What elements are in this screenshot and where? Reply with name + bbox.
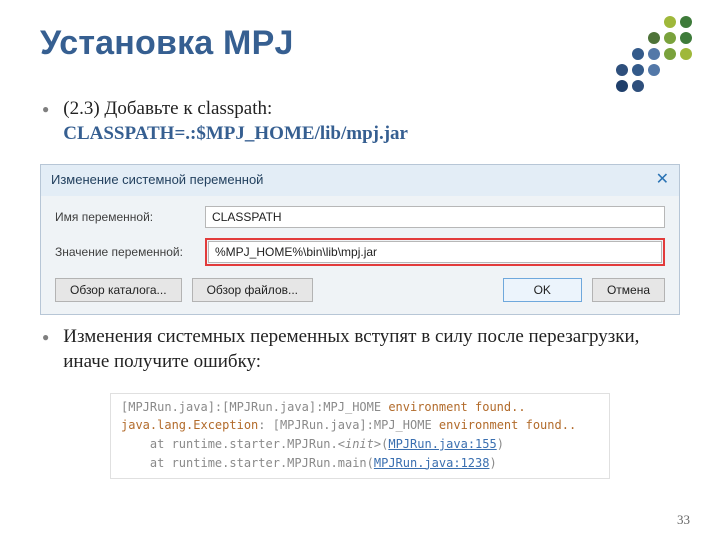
deco-dot [616, 16, 628, 28]
console-output: [MPJRun.java]:[MPJRun.java]:MPJ_HOME env… [110, 393, 610, 479]
deco-dot [680, 48, 692, 60]
deco-dot [616, 32, 628, 44]
ok-button[interactable]: OK [503, 278, 582, 302]
row-var-value: Значение переменной: [55, 238, 665, 266]
deco-dot [664, 64, 676, 76]
deco-dot [648, 64, 660, 76]
dialog-body: Имя переменной: Значение переменной: Обз… [41, 196, 679, 314]
deco-dot [664, 16, 676, 28]
deco-dot [664, 48, 676, 60]
highlight-box [205, 238, 665, 266]
deco-dot [680, 64, 692, 76]
console-text: : [MPJRun.java]:MPJ_HOME [258, 418, 439, 432]
deco-dot [648, 32, 660, 44]
deco-dot [632, 64, 644, 76]
deco-dot [632, 80, 644, 92]
bullet-item: ● Изменения системных переменных вступят… [40, 325, 680, 374]
console-link[interactable]: MPJRun.java:155 [388, 437, 496, 451]
console-link[interactable]: MPJRun.java:1238 [374, 456, 490, 470]
console-text: ) [489, 456, 496, 470]
bullet-item: ● (2.3) Добавьте к classpath: CLASSPATH=… [40, 97, 680, 146]
slide-title: Установка MPJ [40, 24, 680, 63]
deco-dot [648, 16, 660, 28]
page-number: 33 [677, 512, 690, 528]
dialog-button-row: Обзор каталога... Обзор файлов... OK Отм… [55, 276, 665, 302]
bullet-text: (2.3) Добавьте к classpath: CLASSPATH=.:… [63, 97, 408, 146]
input-var-name[interactable] [205, 206, 665, 228]
label-var-name: Имя переменной: [55, 210, 205, 226]
dialog-title-text: Изменение системной переменной [51, 172, 263, 189]
bullet-code: CLASSPATH=.:$MPJ_HOME/lib/mpj.jar [63, 123, 408, 144]
row-var-name: Имя переменной: [55, 206, 665, 228]
deco-dot [680, 16, 692, 28]
env-var-dialog: Изменение системной переменной ✕ Имя пер… [40, 164, 680, 315]
browse-file-button[interactable]: Обзор файлов... [192, 278, 313, 302]
corner-decoration [616, 16, 692, 92]
console-text: ) [497, 437, 504, 451]
bullet-dot-icon: ● [42, 331, 49, 343]
deco-dot [632, 16, 644, 28]
deco-dot [616, 48, 628, 60]
close-icon[interactable]: ✕ [656, 170, 669, 191]
bullet-lead: (2.3) Добавьте к classpath: [63, 98, 272, 119]
deco-dot [664, 80, 676, 92]
bullet-text: Изменения системных переменных вступят в… [63, 325, 680, 374]
deco-dot [632, 32, 644, 44]
console-text: [MPJRun.java]:[MPJRun.java]:MPJ_HOME [121, 400, 388, 414]
console-text: environment found.. [439, 418, 576, 432]
slide: Установка MPJ ● (2.3) Добавьте к classpa… [0, 0, 720, 540]
deco-dot [680, 80, 692, 92]
browse-dir-button[interactable]: Обзор каталога... [55, 278, 182, 302]
content-area: ● (2.3) Добавьте к classpath: CLASSPATH=… [40, 97, 680, 479]
deco-dot [616, 80, 628, 92]
label-var-value: Значение переменной: [55, 245, 205, 261]
deco-dot [664, 32, 676, 44]
bullet-dot-icon: ● [42, 103, 49, 115]
input-var-value[interactable] [208, 241, 662, 263]
console-text: at runtime.starter.MPJRun. [121, 437, 338, 451]
deco-dot [648, 48, 660, 60]
spacer [323, 278, 493, 302]
dialog-titlebar: Изменение системной переменной ✕ [41, 165, 679, 196]
console-text: <init> [338, 437, 381, 451]
console-text: environment found.. [388, 400, 525, 414]
deco-dot [616, 64, 628, 76]
deco-dot [632, 48, 644, 60]
deco-dot [648, 80, 660, 92]
console-text: at runtime.starter.MPJRun.main( [121, 456, 374, 470]
console-text: java.lang.Exception [121, 418, 258, 432]
cancel-button[interactable]: Отмена [592, 278, 665, 302]
deco-dot [680, 32, 692, 44]
